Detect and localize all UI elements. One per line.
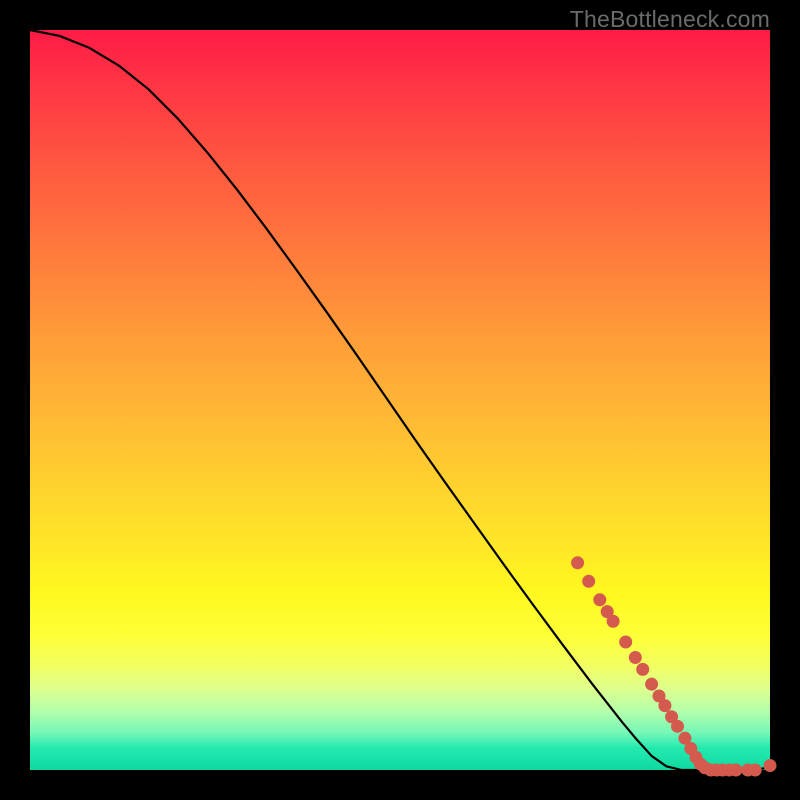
data-marker bbox=[636, 663, 649, 676]
data-marker bbox=[571, 556, 584, 569]
data-marker bbox=[593, 593, 606, 606]
data-marker bbox=[764, 759, 777, 772]
data-marker bbox=[629, 651, 642, 664]
data-markers bbox=[571, 556, 776, 776]
chart-overlay bbox=[30, 30, 770, 770]
data-marker bbox=[619, 635, 632, 648]
data-marker bbox=[645, 678, 658, 691]
data-marker bbox=[729, 764, 742, 777]
data-marker bbox=[607, 615, 620, 628]
data-marker bbox=[582, 575, 595, 588]
data-marker bbox=[671, 720, 684, 733]
watermark-text: TheBottleneck.com bbox=[570, 6, 770, 33]
curve-line bbox=[30, 30, 770, 770]
chart-frame: TheBottleneck.com bbox=[0, 0, 800, 800]
plot-area bbox=[30, 30, 770, 770]
data-marker bbox=[749, 764, 762, 777]
data-marker bbox=[658, 699, 671, 712]
